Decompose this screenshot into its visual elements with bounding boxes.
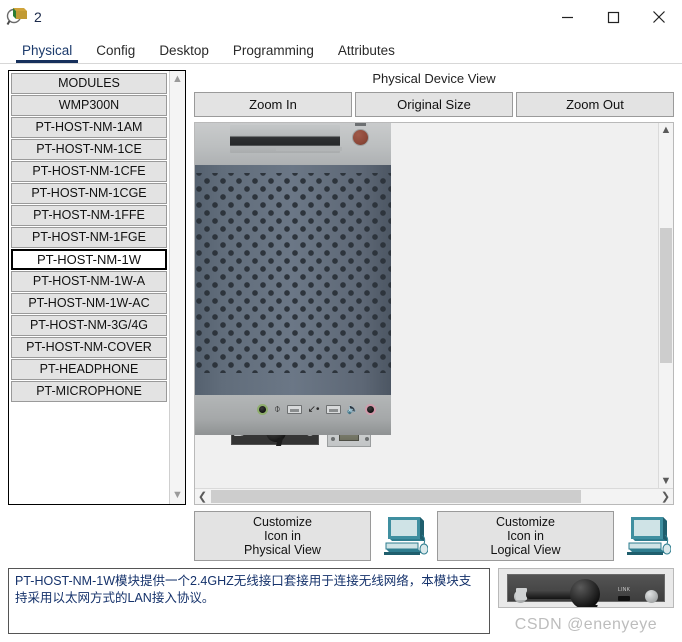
tower-front-panel	[195, 165, 391, 447]
module-item-headphone[interactable]: PT-HEADPHONE	[11, 359, 167, 380]
customize-physical-line2: Icon in	[264, 529, 301, 543]
device-canvas-wrapper: ⌽ ↙• 🔈 ▲ ▼ ❮ ❯	[194, 122, 674, 505]
preview-link-label: LINK	[618, 587, 631, 593]
headphone-jack-icon	[257, 404, 268, 415]
pc-tower-image: ⌽ ↙• 🔈	[195, 123, 391, 447]
chevron-down-icon[interactable]: ▼	[172, 490, 183, 501]
window-title: 2	[34, 9, 42, 25]
customize-icon-physical-view-button[interactable]: Customize Icon in Physical View	[194, 511, 371, 561]
device-canvas-vertical-scrollbar[interactable]: ▲ ▼	[658, 123, 673, 488]
tab-attributes[interactable]: Attributes	[326, 43, 407, 63]
headphone-symbol-icon: ⌽	[274, 403, 281, 415]
module-item-1am[interactable]: PT-HOST-NM-1AM	[11, 117, 167, 138]
maximize-button[interactable]	[590, 0, 636, 34]
pc-computer-icon-logical	[620, 511, 674, 561]
chevron-left-icon[interactable]: ❮	[195, 490, 210, 503]
module-description: PT-HOST-NM-1W模块提供一个2.4GHZ无线接口套接用于连接无线网络，…	[8, 568, 490, 634]
module-item-1w[interactable]: PT-HOST-NM-1W	[11, 249, 167, 270]
tower-top-panel	[195, 123, 391, 165]
module-item-3g4g[interactable]: PT-HOST-NM-3G/4G	[11, 315, 167, 336]
modules-column: MODULES WMP300N PT-HOST-NM-1AM PT-HOST-N…	[8, 70, 186, 505]
usb-symbol-icon: ↙•	[307, 403, 320, 415]
tab-programming[interactable]: Programming	[221, 43, 326, 63]
chevron-up-icon[interactable]: ▲	[661, 123, 672, 137]
preview-screw-right-icon	[645, 590, 658, 603]
physical-tab-panel: MODULES WMP300N PT-HOST-NM-1AM PT-HOST-N…	[0, 64, 682, 642]
antenna-stand-icon	[276, 438, 283, 446]
module-item-1cfe[interactable]: PT-HOST-NM-1CFE	[11, 161, 167, 182]
modules-header: MODULES	[11, 73, 167, 94]
ventilation-grille	[195, 173, 391, 373]
module-item-1w-a[interactable]: PT-HOST-NM-1W-A	[11, 271, 167, 292]
module-item-1ce[interactable]: PT-HOST-NM-1CE	[11, 139, 167, 160]
usb-port-2-icon	[325, 405, 341, 414]
customize-logical-line3: Logical View	[490, 543, 561, 557]
module-item-microphone[interactable]: PT-MICROPHONE	[11, 381, 167, 402]
device-window: 2 Physical Config Desktop Programming At…	[0, 0, 682, 642]
pc-computer-icon-physical	[377, 511, 431, 561]
chevron-right-icon[interactable]: ❯	[658, 490, 673, 503]
window-controls	[544, 0, 682, 34]
tab-bar: Physical Config Desktop Programming Attr…	[0, 34, 682, 64]
modules-scrollbar[interactable]: ▲ ▼	[169, 71, 185, 504]
module-item-1ffe[interactable]: PT-HOST-NM-1FFE	[11, 205, 167, 226]
chevron-down-icon[interactable]: ▼	[661, 474, 672, 488]
customize-row: Customize Icon in Physical View Customiz…	[8, 511, 674, 561]
module-item-1fge[interactable]: PT-HOST-NM-1FGE	[11, 227, 167, 248]
chevron-up-icon[interactable]: ▲	[172, 74, 183, 85]
drive-eject-slot	[276, 147, 342, 151]
modules-box: MODULES WMP300N PT-HOST-NM-1AM PT-HOST-N…	[8, 70, 186, 505]
device-view-column: Physical Device View Zoom In Original Si…	[194, 70, 674, 505]
tab-config[interactable]: Config	[84, 43, 147, 63]
tab-desktop[interactable]: Desktop	[147, 43, 221, 63]
device-canvas[interactable]: ⌽ ↙• 🔈	[195, 123, 658, 488]
module-item-1cge[interactable]: PT-HOST-NM-1CGE	[11, 183, 167, 204]
customize-physical-line3: Physical View	[244, 543, 321, 557]
zoom-in-button[interactable]: Zoom In	[194, 92, 352, 117]
microphone-symbol-icon: 🔈	[346, 403, 359, 415]
customize-physical-line1: Customize	[252, 515, 313, 529]
device-canvas-horizontal-scrollbar[interactable]: ❮ ❯	[195, 488, 673, 504]
preview-antenna-rod-icon	[526, 590, 574, 599]
zoom-button-row: Zoom In Original Size Zoom Out	[194, 92, 674, 117]
module-item-cover[interactable]: PT-HOST-NM-COVER	[11, 337, 167, 358]
horizontal-scroll-thumb[interactable]	[211, 490, 581, 503]
bottom-row: PT-HOST-NM-1W模块提供一个2.4GHZ无线接口套接用于连接无线网络，…	[8, 568, 674, 634]
tower-bottom-panel: ⌽ ↙• 🔈	[195, 395, 391, 435]
eth-screw-bottom-right-icon	[365, 437, 369, 441]
preview-antenna-base-icon	[570, 579, 600, 607]
module-item-1w-ac[interactable]: PT-HOST-NM-1W-AC	[11, 293, 167, 314]
customize-logical-line2: Icon in	[507, 529, 544, 543]
module-item-wmp300n[interactable]: WMP300N	[11, 95, 167, 116]
close-button[interactable]	[636, 0, 682, 34]
usb-port-1-icon	[286, 405, 302, 414]
customize-icon-logical-view-button[interactable]: Customize Icon in Logical View	[437, 511, 614, 561]
device-canvas-inner: ⌽ ↙• 🔈 ▲ ▼	[195, 123, 673, 488]
watermark-text: CSDN @enenyeye	[514, 616, 658, 633]
power-button-tab	[355, 123, 366, 126]
original-size-button[interactable]: Original Size	[355, 92, 513, 117]
minimize-button[interactable]	[544, 0, 590, 34]
module-preview-column: LINK CSDN @enenyeye	[498, 568, 674, 634]
packet-tracer-magnifier-icon	[6, 6, 28, 28]
top-content-row: MODULES WMP300N PT-HOST-NM-1AM PT-HOST-N…	[8, 70, 674, 505]
front-io-port-strip: ⌽ ↙• 🔈	[257, 404, 376, 415]
power-button-icon[interactable]	[352, 129, 369, 146]
physical-device-view-title: Physical Device View	[372, 71, 496, 86]
module-preview-image: LINK	[498, 568, 674, 608]
eth-screw-bottom-left-icon	[331, 437, 335, 441]
tab-physical[interactable]: Physical	[10, 43, 84, 63]
zoom-out-button[interactable]: Zoom Out	[516, 92, 674, 117]
customize-logical-line1: Customize	[495, 515, 556, 529]
optical-drive-bay	[230, 125, 342, 153]
title-bar: 2	[0, 0, 682, 34]
preview-link-led-icon	[618, 596, 630, 601]
microphone-jack-icon	[364, 404, 376, 415]
wireless-module-card: LINK	[507, 574, 665, 607]
modules-list: MODULES WMP300N PT-HOST-NM-1AM PT-HOST-N…	[9, 71, 169, 504]
vertical-scroll-thumb[interactable]	[660, 228, 672, 363]
